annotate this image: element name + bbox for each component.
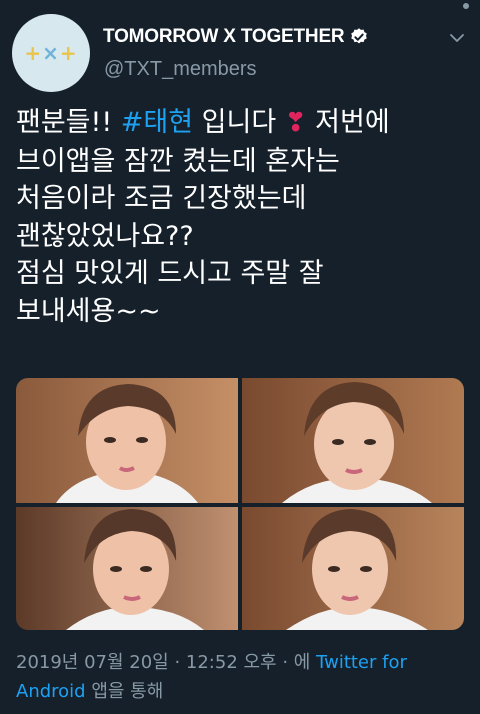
hashtag-link[interactable]: #태현 <box>121 107 193 138</box>
heart-emoji-icon: ❣ <box>284 108 307 138</box>
photo-1-image <box>16 378 238 503</box>
photo-3-image <box>16 507 238 630</box>
tweet-text: 팬분들!! #태현 입니다 ❣ 저번에 브이앱을 잠깐 켰는데 혼자는 처음이라… <box>16 104 472 330</box>
tweet-meta-suffix: 앱을 통해 <box>85 681 164 702</box>
chevron-down-icon[interactable] <box>448 29 466 47</box>
account-name[interactable]: TOMORROW X TOGETHER <box>103 26 345 48</box>
account-handle[interactable]: @TXT_members <box>104 58 257 81</box>
tweet-text-intro: 팬분들!! <box>16 107 121 138</box>
avatar-cross: × <box>42 41 60 65</box>
verified-badge-icon <box>351 28 368 44</box>
tweet-text-line1-end: 저번에 <box>306 107 390 138</box>
photo-3[interactable] <box>16 507 238 630</box>
tweet-meta: 2019년 07월 20일 · 12:52 오후 · 에 Twitter for… <box>16 648 472 706</box>
photo-4-image <box>242 507 464 630</box>
photo-2-image <box>242 378 464 503</box>
avatar-plus-left: + <box>24 41 43 65</box>
photo-1[interactable] <box>16 378 238 503</box>
tweet-header: + × + TOMORROW X TOGETHER @TXT_members <box>0 0 480 96</box>
avatar[interactable]: + × + <box>12 14 90 92</box>
avatar-plus-right: + <box>59 41 78 65</box>
tweet-text-body: 브이앱을 잠깐 켰는데 혼자는 처음이라 조금 긴장했는데 괜찮았었나요?? 점… <box>16 145 340 327</box>
tweet-text-line1: 입니다 <box>193 107 277 138</box>
photo-2[interactable] <box>242 378 464 503</box>
photo-4[interactable] <box>242 507 464 630</box>
tweet-timestamp[interactable]: 2019년 07월 20일 · 12:52 오후 · 에 <box>16 652 316 673</box>
media-grid <box>16 378 464 630</box>
account-name-row[interactable]: TOMORROW X TOGETHER <box>103 26 369 48</box>
